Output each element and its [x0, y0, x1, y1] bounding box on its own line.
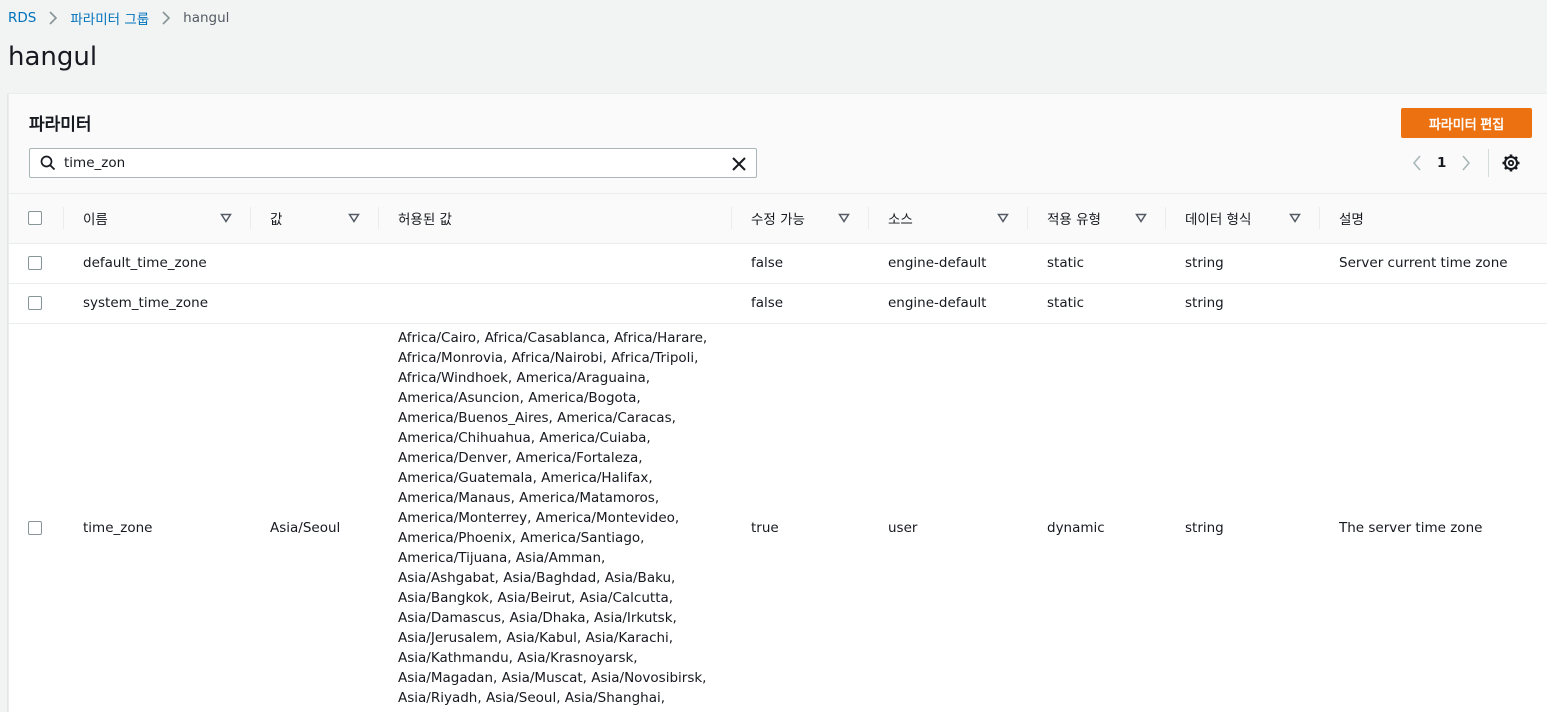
column-header-name[interactable]: 이름: [63, 194, 250, 244]
page-title: hangul: [8, 42, 98, 72]
column-header-label: 허용된 값: [398, 212, 452, 229]
search-icon: [40, 155, 56, 171]
row-checkbox[interactable]: [28, 296, 42, 310]
column-header-label: 설명: [1339, 212, 1364, 229]
pagination: 1: [1407, 149, 1521, 177]
parameters-panel: 파라미터 파라미터 편집 1: [8, 93, 1547, 712]
cell-description: [1319, 283, 1547, 324]
cell-name: time_zone: [63, 323, 250, 712]
current-page-number[interactable]: 1: [1437, 155, 1446, 171]
cell-allowed-values: [378, 283, 731, 324]
cell-apply-type: dynamic: [1027, 323, 1165, 712]
panel-title: 파라미터: [29, 115, 92, 135]
column-header-label: 소스: [888, 212, 913, 229]
column-header-allowed-values: 허용된 값: [378, 194, 731, 244]
cell-modifiable: false: [731, 243, 868, 284]
cell-source: engine-default: [868, 283, 1027, 324]
cell-allowed-values: [378, 243, 731, 284]
cell-modifiable: false: [731, 283, 868, 324]
column-header-source[interactable]: 소스: [868, 194, 1027, 244]
breadcrumb-rds-link[interactable]: RDS: [8, 10, 36, 26]
chevron-left-icon[interactable]: [1407, 153, 1427, 173]
cell-name: system_time_zone: [63, 283, 250, 324]
cell-data-type: string: [1165, 243, 1319, 284]
cell-name: default_time_zone: [63, 243, 250, 284]
edit-parameters-button[interactable]: 파라미터 편집: [1401, 108, 1532, 138]
cell-data-type: string: [1165, 323, 1319, 712]
sort-caret-icon[interactable]: [838, 212, 850, 224]
cell-source: engine-default: [868, 243, 1027, 284]
table-row[interactable]: system_time_zone false engine-default st…: [9, 283, 1547, 324]
column-header-label: 이름: [83, 212, 108, 229]
column-header-description: 설명: [1319, 194, 1547, 244]
chevron-right-icon[interactable]: [1456, 153, 1476, 173]
cell-apply-type: static: [1027, 243, 1165, 284]
breadcrumb: RDS 파라미터 그룹 hangul: [8, 8, 230, 28]
sort-caret-icon[interactable]: [1135, 212, 1147, 224]
cell-value: [250, 243, 378, 284]
cell-value: [250, 283, 378, 324]
cell-source: user: [868, 323, 1027, 712]
column-header-data-type[interactable]: 데이터 형식: [1165, 194, 1319, 244]
cell-description: The server time zone: [1319, 323, 1547, 712]
chevron-right-icon: [48, 11, 58, 25]
row-checkbox[interactable]: [28, 520, 42, 535]
panel-header: 파라미터 파라미터 편집 1: [9, 94, 1547, 194]
sort-caret-icon[interactable]: [348, 212, 360, 224]
search-field[interactable]: [29, 148, 757, 178]
column-header-apply-type[interactable]: 적용 유형: [1027, 194, 1165, 244]
cell-modifiable: true: [731, 323, 868, 712]
allowed-values-text: Africa/Cairo, Africa/Casablanca, Africa/…: [398, 329, 708, 712]
table-row[interactable]: default_time_zone false engine-default s…: [9, 243, 1547, 284]
column-header-label: 적용 유형: [1047, 212, 1101, 229]
search-input[interactable]: [64, 155, 704, 171]
table-row[interactable]: time_zone Asia/Seoul Africa/Cairo, Afric…: [9, 323, 1547, 712]
sort-caret-icon[interactable]: [220, 212, 232, 224]
select-all-checkbox[interactable]: [28, 211, 42, 226]
cell-apply-type: static: [1027, 283, 1165, 324]
sort-caret-icon[interactable]: [1289, 212, 1301, 224]
cell-value: Asia/Seoul: [250, 323, 378, 712]
table-header-row: 이름 값 허용된 값 수정 가능 소스 적용 유형 데이터 형식 설명: [9, 194, 1547, 244]
cell-data-type: string: [1165, 283, 1319, 324]
select-all-cell: [9, 194, 63, 244]
gear-icon[interactable]: [1501, 153, 1521, 173]
cell-description: Server current time zone: [1319, 243, 1547, 284]
column-header-label: 수정 가능: [751, 212, 805, 229]
column-header-modifiable[interactable]: 수정 가능: [731, 194, 868, 244]
breadcrumb-current: hangul: [183, 10, 230, 26]
sort-caret-icon[interactable]: [997, 212, 1009, 224]
column-header-value[interactable]: 값: [250, 194, 378, 244]
close-icon[interactable]: [730, 155, 748, 173]
column-header-label: 데이터 형식: [1185, 212, 1252, 229]
parameters-table: 이름 값 허용된 값 수정 가능 소스 적용 유형 데이터 형식 설명 defa…: [9, 194, 1547, 712]
row-checkbox[interactable]: [28, 256, 42, 270]
breadcrumb-parameter-group-link[interactable]: 파라미터 그룹: [70, 8, 149, 28]
chevron-right-icon: [161, 11, 171, 25]
column-header-label: 값: [270, 212, 283, 229]
pagination-divider: [1488, 149, 1490, 177]
cell-allowed-values: Africa/Cairo, Africa/Casablanca, Africa/…: [378, 323, 731, 712]
